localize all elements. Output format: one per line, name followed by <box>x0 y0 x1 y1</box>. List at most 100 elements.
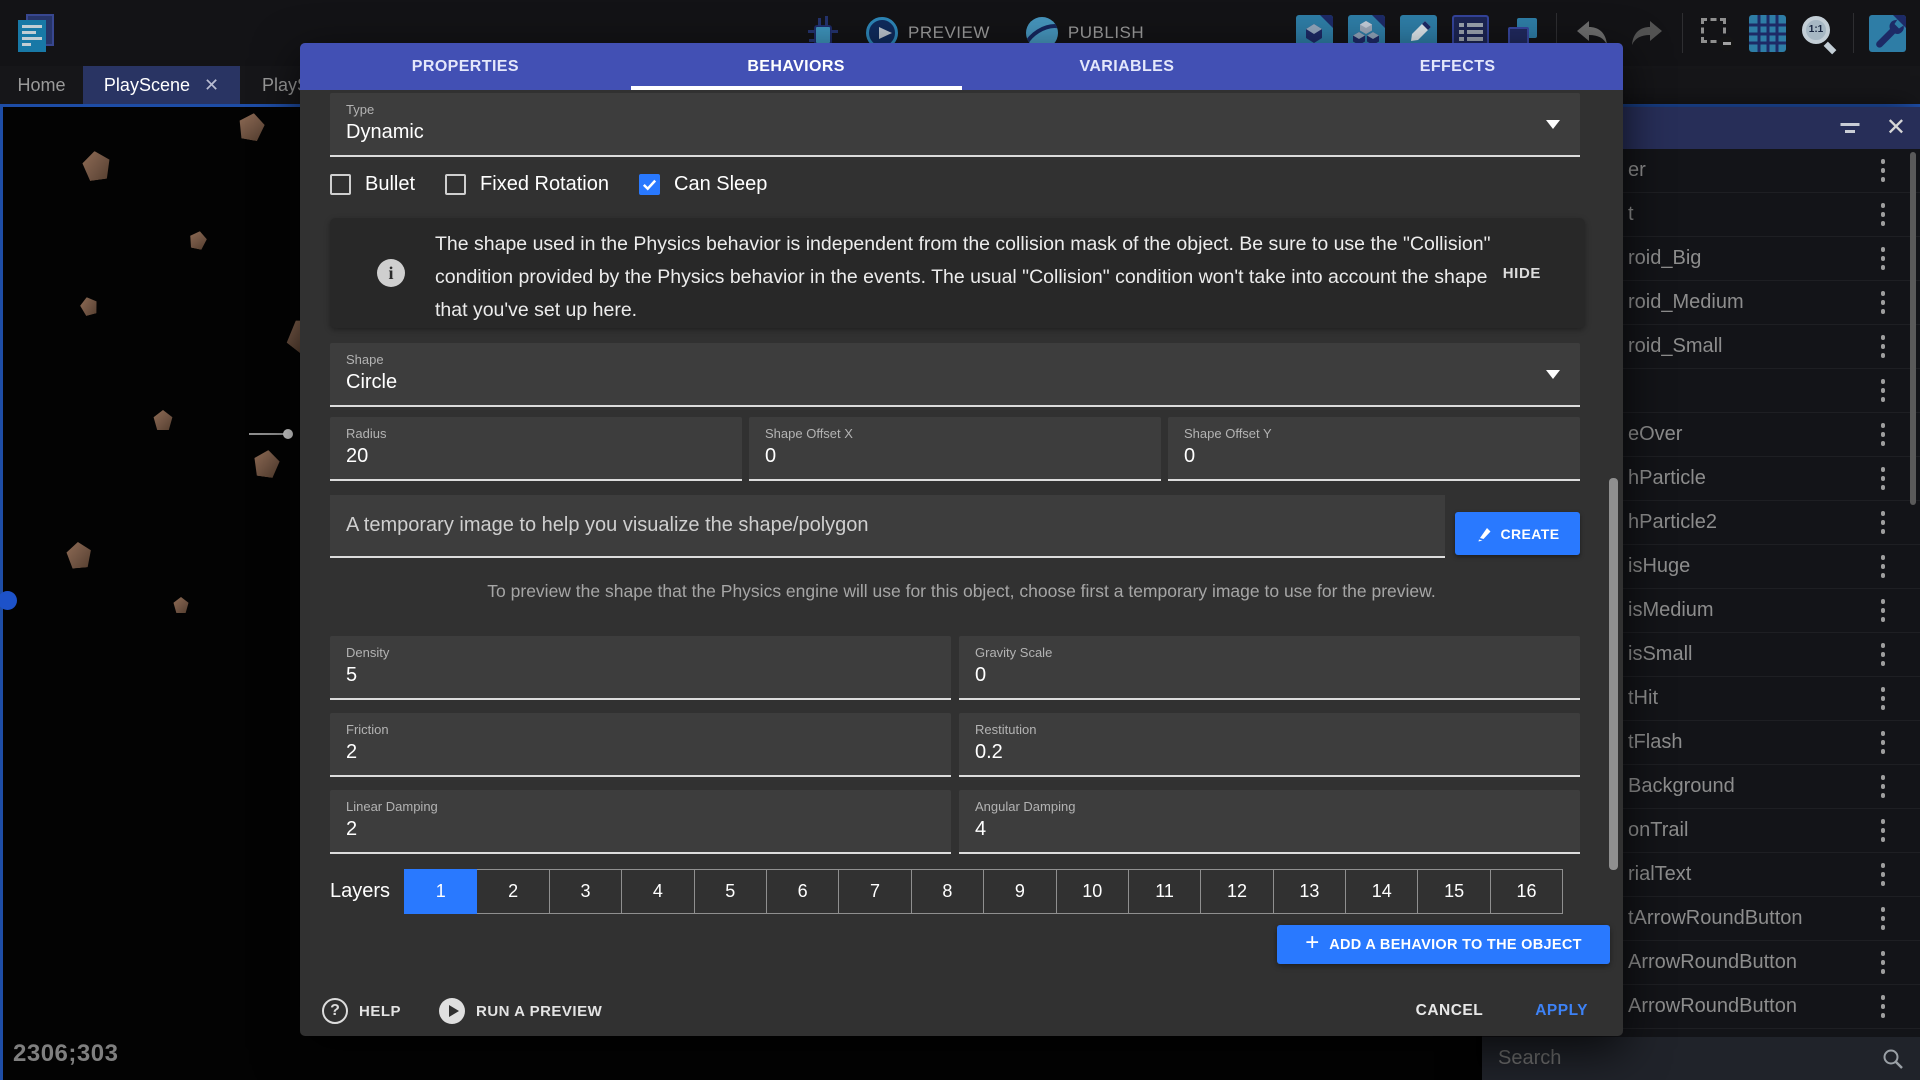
search-icon <box>1882 1048 1904 1070</box>
kebab-menu-icon[interactable] <box>1868 905 1898 932</box>
layer-button-14[interactable]: 14 <box>1345 869 1418 914</box>
zoom-one-to-one-icon[interactable]: 1:1 <box>1801 15 1838 52</box>
kebab-menu-icon[interactable] <box>1868 685 1898 712</box>
info-icon: i <box>377 259 405 287</box>
temporary-image-input[interactable]: A temporary image to help you visualize … <box>330 495 1445 558</box>
kebab-menu-icon[interactable] <box>1868 377 1898 404</box>
asteroid-sprite[interactable] <box>235 110 266 141</box>
asteroid-sprite[interactable] <box>173 597 189 613</box>
chevron-down-icon <box>1546 120 1560 129</box>
kebab-menu-icon[interactable] <box>1868 465 1898 492</box>
publish-button[interactable]: PUBLISH <box>1068 23 1144 43</box>
field-restitution[interactable]: Restitution0.2 <box>959 713 1580 777</box>
kebab-menu-icon[interactable] <box>1868 949 1898 976</box>
layer-button-9[interactable]: 9 <box>983 869 1056 914</box>
field-value: 5 <box>346 664 935 687</box>
layer-button-10[interactable]: 10 <box>1056 869 1129 914</box>
object-label: isMedium <box>1628 599 1868 622</box>
field-label: Shape Offset X <box>765 426 1145 441</box>
help-icon: ? <box>322 998 348 1024</box>
instance-handle-dot[interactable] <box>283 429 293 439</box>
kebab-menu-icon[interactable] <box>1868 333 1898 360</box>
apply-button[interactable]: APPLY <box>1535 1002 1588 1020</box>
kebab-menu-icon[interactable] <box>1868 245 1898 272</box>
kebab-menu-icon[interactable] <box>1868 817 1898 844</box>
kebab-menu-icon[interactable] <box>1868 773 1898 800</box>
layer-button-1[interactable]: 1 <box>404 869 477 914</box>
layer-button-15[interactable]: 15 <box>1417 869 1490 914</box>
close-icon[interactable]: ✕ <box>1886 116 1906 140</box>
type-select[interactable]: Type Dynamic <box>330 93 1580 157</box>
checkbox-bullet[interactable]: Bullet <box>330 173 415 196</box>
field-angular-damping[interactable]: Angular Damping4 <box>959 790 1580 854</box>
layer-button-12[interactable]: 12 <box>1200 869 1273 914</box>
add-behavior-button[interactable]: + ADD A BEHAVIOR TO THE OBJECT <box>1277 925 1610 964</box>
cancel-button[interactable]: CANCEL <box>1416 1002 1484 1020</box>
create-button[interactable]: CREATE <box>1455 512 1580 555</box>
run-preview-button[interactable]: RUN A PREVIEW <box>439 998 602 1024</box>
layer-button-3[interactable]: 3 <box>549 869 622 914</box>
checkbox-fixed-rotation[interactable]: Fixed Rotation <box>445 173 609 196</box>
grid-icon[interactable] <box>1749 15 1786 52</box>
asteroid-sprite[interactable] <box>153 410 173 430</box>
layer-button-7[interactable]: 7 <box>838 869 911 914</box>
deselect-icon[interactable] <box>1698 15 1734 51</box>
field-radius[interactable]: Radius20 <box>330 417 742 481</box>
object-label: roid_Small <box>1628 335 1868 358</box>
layer-button-11[interactable]: 11 <box>1128 869 1201 914</box>
dialog-tab-behaviors[interactable]: BEHAVIORS <box>631 43 962 90</box>
asteroid-sprite[interactable] <box>80 149 113 182</box>
project-manager-icon[interactable] <box>16 12 58 54</box>
field-label: Friction <box>346 722 935 737</box>
field-gravity-scale[interactable]: Gravity Scale0 <box>959 636 1580 700</box>
layer-button-2[interactable]: 2 <box>476 869 549 914</box>
kebab-menu-icon[interactable] <box>1868 201 1898 228</box>
field-shape-offset-x[interactable]: Shape Offset X0 <box>749 417 1161 481</box>
dialog-tab-effects[interactable]: EFFECTS <box>1292 43 1623 90</box>
preview-button[interactable]: PREVIEW <box>908 23 990 43</box>
kebab-menu-icon[interactable] <box>1868 993 1898 1020</box>
close-tab-icon[interactable]: ✕ <box>204 75 219 96</box>
layer-button-4[interactable]: 4 <box>621 869 694 914</box>
search-input[interactable]: Search <box>1482 1037 1920 1080</box>
layer-button-13[interactable]: 13 <box>1273 869 1346 914</box>
kebab-menu-icon[interactable] <box>1868 509 1898 536</box>
tab-playscene[interactable]: PlayScene ✕ <box>83 66 240 104</box>
field-friction[interactable]: Friction2 <box>330 713 951 777</box>
kebab-menu-icon[interactable] <box>1868 861 1898 888</box>
layer-button-5[interactable]: 5 <box>694 869 767 914</box>
objects-panel-scrollbar[interactable] <box>1910 152 1916 505</box>
help-button[interactable]: ? HELP <box>322 998 401 1024</box>
checkbox-can-sleep[interactable]: Can Sleep <box>639 173 767 196</box>
layer-button-16[interactable]: 16 <box>1490 869 1563 914</box>
dialog-scrollbar[interactable] <box>1609 478 1618 870</box>
selection-handle-dot[interactable] <box>0 591 17 610</box>
kebab-menu-icon[interactable] <box>1868 157 1898 184</box>
shape-params-row: Radius20Shape Offset X0Shape Offset Y0 <box>330 417 1580 481</box>
field-value: 0 <box>1184 445 1564 468</box>
layer-button-6[interactable]: 6 <box>766 869 839 914</box>
asteroid-sprite[interactable] <box>78 295 100 317</box>
asteroid-sprite[interactable] <box>251 448 281 478</box>
tab-home[interactable]: Home <box>0 66 83 104</box>
filter-icon[interactable] <box>1840 121 1860 135</box>
kebab-menu-icon[interactable] <box>1868 729 1898 756</box>
shape-label: Shape <box>346 352 1564 367</box>
dialog-tab-variables[interactable]: VARIABLES <box>962 43 1293 90</box>
shape-select[interactable]: Shape Circle <box>330 343 1580 407</box>
kebab-menu-icon[interactable] <box>1868 553 1898 580</box>
field-linear-damping[interactable]: Linear Damping2 <box>330 790 951 854</box>
kebab-menu-icon[interactable] <box>1868 597 1898 624</box>
field-density[interactable]: Density5 <box>330 636 951 700</box>
asteroid-sprite[interactable] <box>187 229 208 250</box>
field-shape-offset-y[interactable]: Shape Offset Y0 <box>1168 417 1580 481</box>
kebab-menu-icon[interactable] <box>1868 421 1898 448</box>
dialog-tab-properties[interactable]: PROPERTIES <box>300 43 631 90</box>
project-settings-icon[interactable] <box>1869 15 1906 52</box>
hide-button[interactable]: HIDE <box>1499 261 1545 286</box>
redo-icon[interactable] <box>1627 18 1667 48</box>
layer-button-8[interactable]: 8 <box>911 869 984 914</box>
asteroid-sprite[interactable] <box>65 541 93 569</box>
kebab-menu-icon[interactable] <box>1868 289 1898 316</box>
kebab-menu-icon[interactable] <box>1868 641 1898 668</box>
